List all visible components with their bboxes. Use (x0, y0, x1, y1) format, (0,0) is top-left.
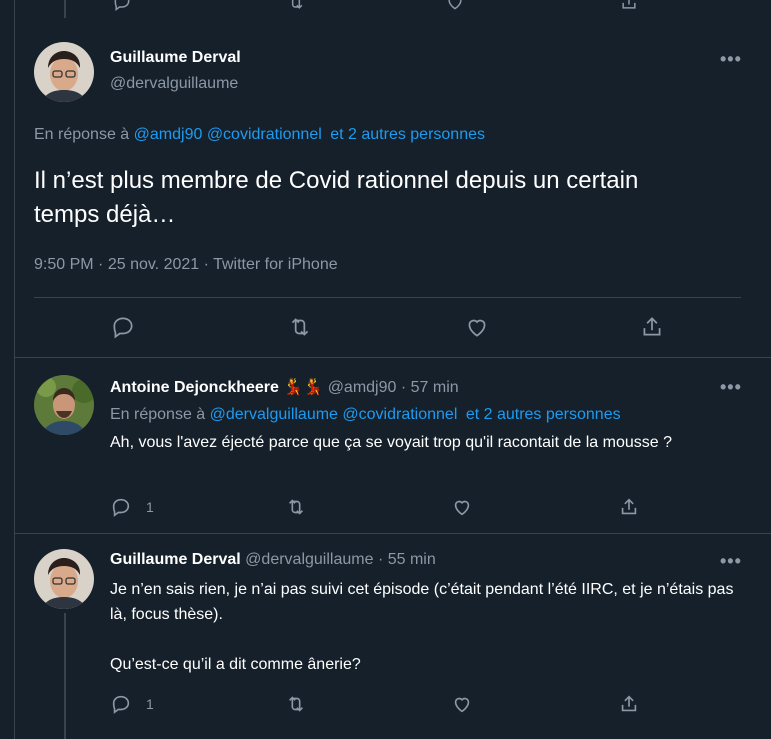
author-name[interactable]: Antoine Dejonckheere (110, 379, 279, 396)
tweet-text: Il n’est plus membre de Covid rationnel … (34, 167, 639, 228)
retweet-icon[interactable] (284, 496, 308, 518)
mention-link[interactable]: @amdj90 (134, 126, 203, 143)
share-icon[interactable] (619, 0, 639, 12)
avatar[interactable] (34, 549, 94, 609)
like-icon[interactable] (451, 496, 473, 518)
divider (34, 297, 741, 298)
mention-more-link[interactable]: et 2 autres personnes (466, 406, 621, 423)
mention-link[interactable]: @covidrationnel (342, 406, 457, 423)
reply-context: En réponse à @dervalguillaume @covidrati… (110, 406, 621, 424)
avatar-image (34, 42, 94, 102)
reply-icon[interactable] (110, 693, 132, 715)
reply-prefix: En réponse à (34, 126, 130, 143)
like-icon[interactable] (464, 314, 490, 340)
tweet-header: Guillaume Derval @dervalguillaume · 55 m… (110, 551, 436, 568)
mention-link[interactable]: @covidrationnel (207, 126, 322, 143)
tweet-source[interactable]: Twitter for iPhone (213, 256, 338, 273)
like-icon[interactable] (445, 0, 465, 12)
tweet-date[interactable]: 25 nov. 2021 (108, 256, 199, 273)
thread-line (64, 613, 66, 739)
tweet-time[interactable]: 9:50 PM (34, 256, 94, 273)
divider (14, 533, 771, 534)
author-emoji: 💃💃 (283, 379, 324, 396)
tweet-time[interactable]: 55 min (388, 551, 436, 568)
author-handle[interactable]: @dervalguillaume (110, 75, 238, 93)
tweet-text: Qu’est-ce qu’il a dit comme ânerie? (110, 656, 361, 673)
tweet-text: Je n’en sais rien, je n’ai pas suivi cet… (110, 581, 734, 623)
reply-icon[interactable] (110, 314, 136, 340)
reply-count: 1 (146, 696, 154, 712)
share-icon[interactable] (639, 314, 665, 340)
thread-line-top (64, 0, 66, 18)
retweet-icon[interactable] (286, 314, 314, 340)
reply-count: 1 (146, 499, 154, 515)
avatar-image (34, 549, 94, 609)
more-icon[interactable]: ••• (720, 377, 742, 398)
avatar-image (34, 375, 94, 435)
mention-more-link[interactable]: et 2 autres personnes (330, 126, 485, 143)
timeline-column (14, 0, 771, 739)
avatar[interactable] (34, 375, 94, 435)
more-icon[interactable]: ••• (720, 551, 742, 572)
tweet-time[interactable]: 57 min (411, 379, 459, 396)
author-handle[interactable]: @amdj90 (328, 379, 397, 396)
share-icon[interactable] (618, 496, 640, 518)
reply-context: En réponse à @amdj90 @covidrationnel et … (34, 126, 485, 144)
mention-link[interactable]: @dervalguillaume (210, 406, 338, 423)
tweet-meta: 9:50 PM · 25 nov. 2021 · Twitter for iPh… (34, 256, 338, 273)
author-name[interactable]: Guillaume Derval (110, 49, 241, 67)
retweet-icon[interactable] (285, 0, 307, 12)
share-icon[interactable] (618, 693, 640, 715)
like-icon[interactable] (451, 693, 473, 715)
author-name[interactable]: Guillaume Derval (110, 551, 241, 568)
reply-prefix: En réponse à (110, 406, 206, 423)
avatar[interactable] (34, 42, 94, 102)
author-handle[interactable]: @dervalguillaume (245, 551, 373, 568)
more-icon[interactable]: ••• (720, 49, 742, 70)
retweet-icon[interactable] (284, 693, 308, 715)
tweet-header: Antoine Dejonckheere 💃💃 @amdj90 · 57 min (110, 379, 459, 396)
reply-icon[interactable] (110, 496, 132, 518)
tweet-text: Ah, vous l'avez éjecté parce que ça se v… (110, 434, 672, 451)
reply-icon[interactable] (112, 0, 132, 12)
divider (14, 357, 771, 358)
